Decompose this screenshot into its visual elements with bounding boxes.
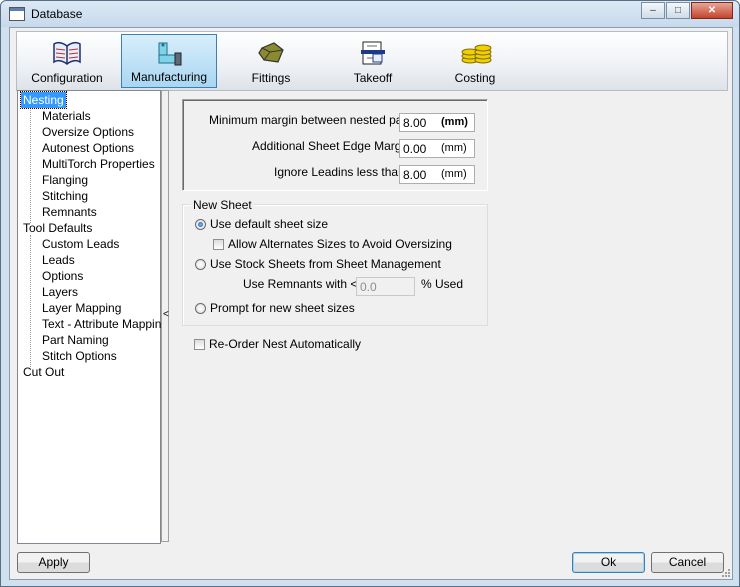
remnants-label: Use Remnants with <= <box>243 277 365 291</box>
tree-item-text-attribute-mapping[interactable]: Text - Attribute Mapping <box>42 316 168 332</box>
takeoff-icon <box>361 41 385 65</box>
prompt-sheet-size-radio[interactable] <box>195 303 206 314</box>
ignore-leadins-label: Ignore Leadins less than: <box>274 165 409 179</box>
reorder-nest-label: Re-Order Nest Automatically <box>209 337 362 351</box>
panel-splitter[interactable]: < <box>161 90 169 542</box>
window-app-icon <box>9 7 25 21</box>
fittings-icon <box>258 42 284 63</box>
tool-configuration-label: Configuration <box>31 71 103 85</box>
use-default-sheet-label: Use default sheet size <box>210 217 329 231</box>
tool-configuration[interactable]: Configuration <box>19 34 115 88</box>
ignore-leadins-unit: (mm) <box>441 168 467 180</box>
edge-margin-label: Additional Sheet Edge Margin <box>252 139 411 153</box>
tool-fittings-label: Fittings <box>251 71 291 85</box>
use-stock-sheets-label: Use Stock Sheets from Sheet Management <box>210 257 441 271</box>
tool-manufacturing[interactable]: Manufacturing <box>121 34 217 88</box>
tree-item-remnants[interactable]: Remnants <box>42 204 97 220</box>
title-bar[interactable]: Database – □ ✕ <box>1 1 739 27</box>
tool-fittings[interactable]: Fittings <box>223 34 319 88</box>
tree-item-multitorch-properties[interactable]: MultiTorch Properties <box>42 156 155 172</box>
window-title: Database <box>31 7 83 21</box>
tree-item-oversize-options[interactable]: Oversize Options <box>42 124 134 140</box>
tool-manufacturing-label: Manufacturing <box>130 70 208 84</box>
tree-item-custom-leads[interactable]: Custom Leads <box>42 236 119 252</box>
tool-takeoff-label: Takeoff <box>353 71 393 85</box>
tool-takeoff[interactable]: Takeoff <box>325 34 421 88</box>
collapse-arrow-icon: < <box>163 309 169 320</box>
new-sheet-group: New Sheet Use default sheet size Allow A… <box>182 198 488 326</box>
resize-grip-icon[interactable] <box>721 568 731 578</box>
allow-alternates-label: Allow Alternates Sizes to Avoid Oversizi… <box>228 237 452 251</box>
reorder-nest-checkbox[interactable] <box>194 339 205 350</box>
use-stock-sheets-radio[interactable] <box>195 259 206 270</box>
tool-costing[interactable]: Costing <box>427 34 523 88</box>
tree-item-stitch-options[interactable]: Stitch Options <box>42 348 117 364</box>
allow-alternates-checkbox[interactable] <box>213 239 224 250</box>
remnants-unit: % Used <box>421 277 464 291</box>
book-icon <box>53 41 81 65</box>
tree-item-nesting[interactable]: Nesting <box>20 91 67 109</box>
cancel-button[interactable]: Cancel <box>651 552 724 573</box>
tree-item-materials[interactable]: Materials <box>42 108 91 124</box>
minimize-button[interactable]: – <box>641 2 665 19</box>
tree-item-cut-out[interactable]: Cut Out <box>23 364 64 380</box>
maximize-button[interactable]: □ <box>666 2 690 19</box>
tree-item-tool-defaults[interactable]: Tool Defaults <box>23 220 92 236</box>
prompt-sheet-size-label: Prompt for new sheet sizes <box>210 301 355 315</box>
margins-panel: Minimum margin between nested parts: 8.0… <box>182 99 488 191</box>
min-margin-label: Minimum margin between nested parts: <box>209 113 420 127</box>
tree-item-flanging[interactable]: Flanging <box>42 172 88 188</box>
tool-costing-label: Costing <box>454 71 496 85</box>
tree-item-leads[interactable]: Leads <box>42 252 75 268</box>
apply-button[interactable]: Apply <box>17 552 90 573</box>
tree-connector <box>30 107 31 223</box>
new-sheet-title: New Sheet <box>191 198 254 212</box>
pipe-fitting-icon <box>158 42 182 66</box>
coins-icon <box>461 44 492 64</box>
tree-item-stitching[interactable]: Stitching <box>42 188 88 204</box>
tree-item-part-naming[interactable]: Part Naming <box>42 332 109 348</box>
tree-item-layers[interactable]: Layers <box>42 284 78 300</box>
category-toolbar: Configuration Manufacturing Fittings Tak… <box>16 31 728 91</box>
settings-tree[interactable]: Nesting Materials Oversize Options Auton… <box>17 90 168 544</box>
min-margin-unit: (mm) <box>441 116 468 128</box>
close-button[interactable]: ✕ <box>691 2 733 19</box>
tree-item-autonest-options[interactable]: Autonest Options <box>42 140 134 156</box>
database-window: Database – □ ✕ Configuration Manufacturi… <box>0 0 740 587</box>
ok-button[interactable]: Ok <box>572 552 645 573</box>
tree-item-options[interactable]: Options <box>42 268 83 284</box>
edge-margin-unit: (mm) <box>441 142 467 154</box>
use-default-sheet-radio[interactable] <box>195 219 206 230</box>
remnants-input[interactable]: 0.0 <box>356 277 415 296</box>
tree-item-layer-mapping[interactable]: Layer Mapping <box>42 300 121 316</box>
tree-connector <box>30 235 31 367</box>
dialog-body: Configuration Manufacturing Fittings Tak… <box>9 27 733 580</box>
